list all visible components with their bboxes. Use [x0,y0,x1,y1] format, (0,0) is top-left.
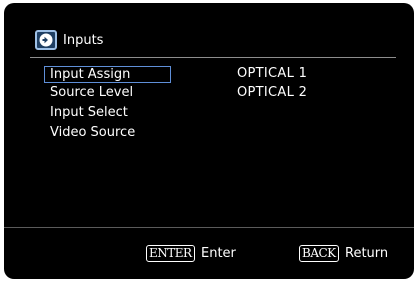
enter-key-badge: ENTER [146,245,195,262]
value-optical-2: OPTICAL 2 [237,85,308,100]
osd-screen: Inputs Input Assign Source Level Input S… [4,3,414,279]
menu-item-input-select[interactable]: Input Select [50,105,128,121]
value-optical-1: OPTICAL 1 [237,66,308,81]
back-key-badge: BACK [299,245,339,262]
menu-item-video-source[interactable]: Video Source [50,125,135,141]
menu-item-input-assign[interactable]: Input Assign [44,66,171,83]
menu-item-source-level[interactable]: Source Level [50,85,133,101]
input-arrow-icon [35,30,57,50]
enter-label: Enter [201,246,236,261]
page-title: Inputs [63,33,104,48]
footer-divider [4,227,414,228]
return-label: Return [345,246,389,261]
header-divider [30,57,396,58]
